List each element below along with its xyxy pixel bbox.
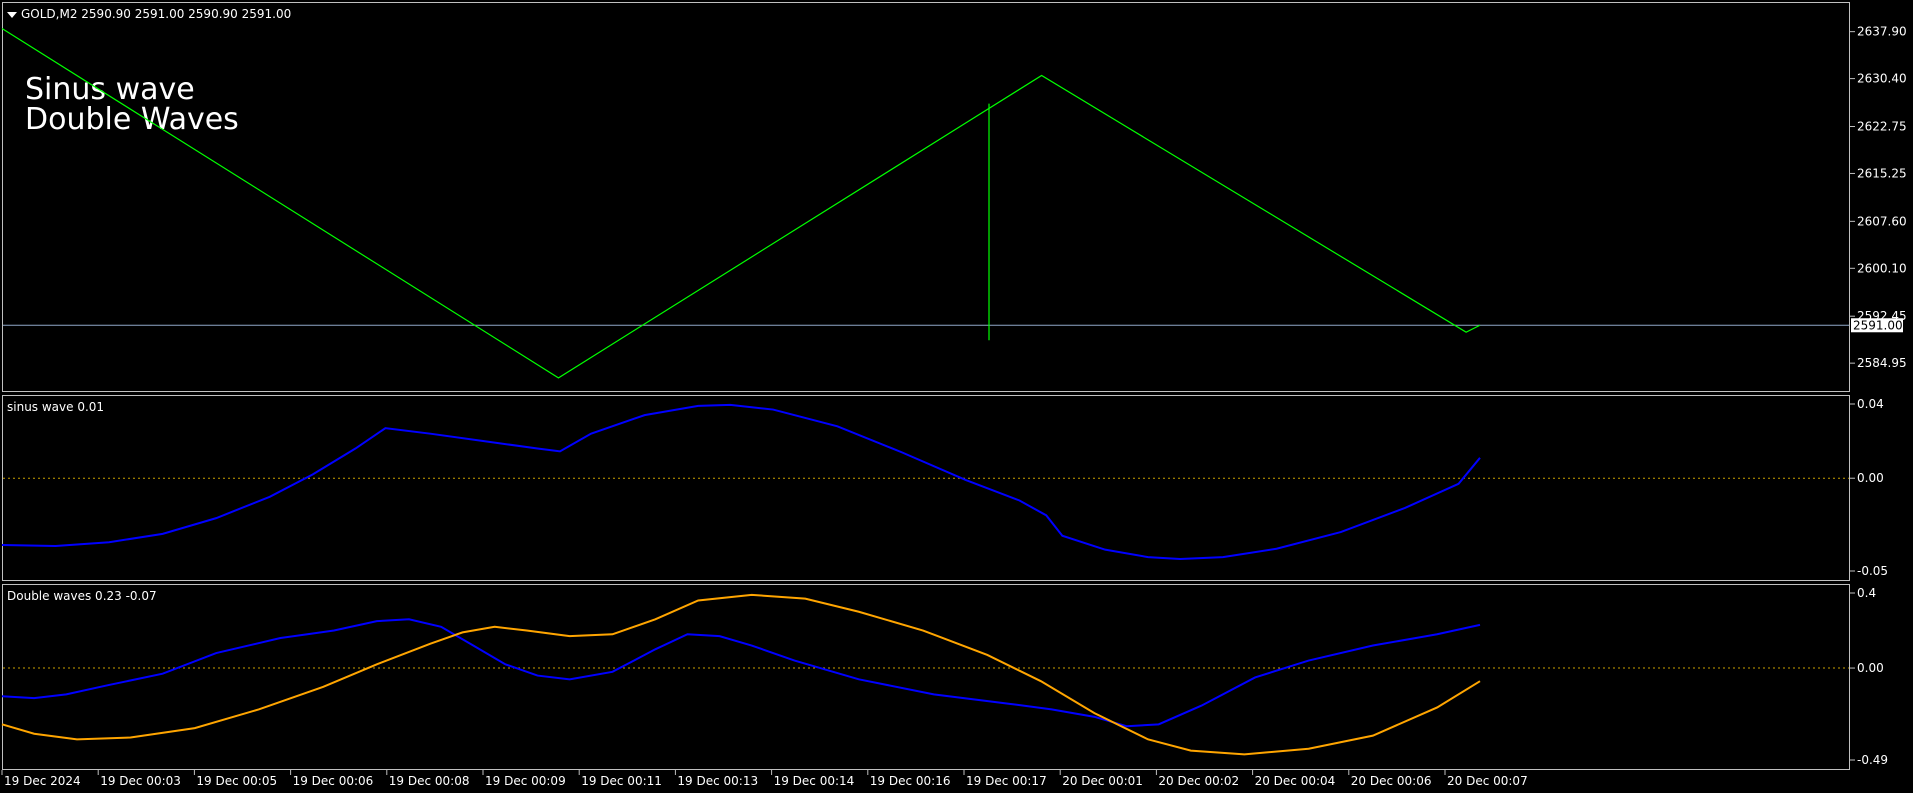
double-axis-label: 0.4 bbox=[1857, 586, 1876, 600]
double-wave-orange-line bbox=[1, 593, 1481, 756]
price-axis-label: 2630.40 bbox=[1857, 72, 1907, 86]
time-axis-label: 20 Dec 00:07 bbox=[1447, 774, 1528, 788]
price-axis-label: 2584.95 bbox=[1857, 356, 1907, 370]
price-axis-label: 2615.25 bbox=[1857, 166, 1907, 180]
price-axis-label: 2637.90 bbox=[1857, 25, 1907, 39]
time-axis-label: 19 Dec 00:08 bbox=[389, 774, 470, 788]
price-axis-label: 2607.60 bbox=[1857, 214, 1907, 228]
price-axis-label: 2622.75 bbox=[1857, 119, 1907, 133]
current-price-label: 2591.00 bbox=[1853, 318, 1903, 332]
time-axis-label: 19 Dec 00:17 bbox=[966, 774, 1047, 788]
double-axis-label: -0.49 bbox=[1857, 753, 1888, 767]
time-axis-label: 19 Dec 00:03 bbox=[100, 774, 181, 788]
time-axis-label: 20 Dec 00:04 bbox=[1255, 774, 1336, 788]
sinus-axis-label: 0.00 bbox=[1857, 471, 1884, 485]
time-axis-label: 20 Dec 00:06 bbox=[1351, 774, 1432, 788]
time-axis-label: 19 Dec 00:13 bbox=[677, 774, 758, 788]
time-axis-label: 19 Dec 00:11 bbox=[581, 774, 662, 788]
chart-canvas[interactable]: 2637.90 2630.40 2622.75 2615.25 2607.60 2600.… bbox=[0, 0, 1913, 793]
time-axis-label: 19 Dec 00:06 bbox=[293, 774, 374, 788]
time-axis-label: 19 Dec 00:05 bbox=[196, 774, 277, 788]
time-axis-label: 19 Dec 00:14 bbox=[774, 774, 855, 788]
sinus-axis-label: -0.05 bbox=[1857, 564, 1888, 578]
time-axis-label: 20 Dec 00:02 bbox=[1158, 774, 1239, 788]
sinus-axis-label: 0.04 bbox=[1857, 397, 1884, 411]
price-axis-label: 2600.10 bbox=[1857, 261, 1907, 275]
double-axis-label: 0.00 bbox=[1857, 661, 1884, 675]
double-wave-blue-line bbox=[1, 618, 1481, 728]
time-axis-label: 19 Dec 00:16 bbox=[870, 774, 951, 788]
time-axis-label: 20 Dec 00:01 bbox=[1062, 774, 1143, 788]
time-axis-label: 19 Dec 2024 bbox=[4, 774, 81, 788]
time-axis-label: 19 Dec 00:09 bbox=[485, 774, 566, 788]
sinus-wave-line bbox=[1, 403, 1481, 560]
